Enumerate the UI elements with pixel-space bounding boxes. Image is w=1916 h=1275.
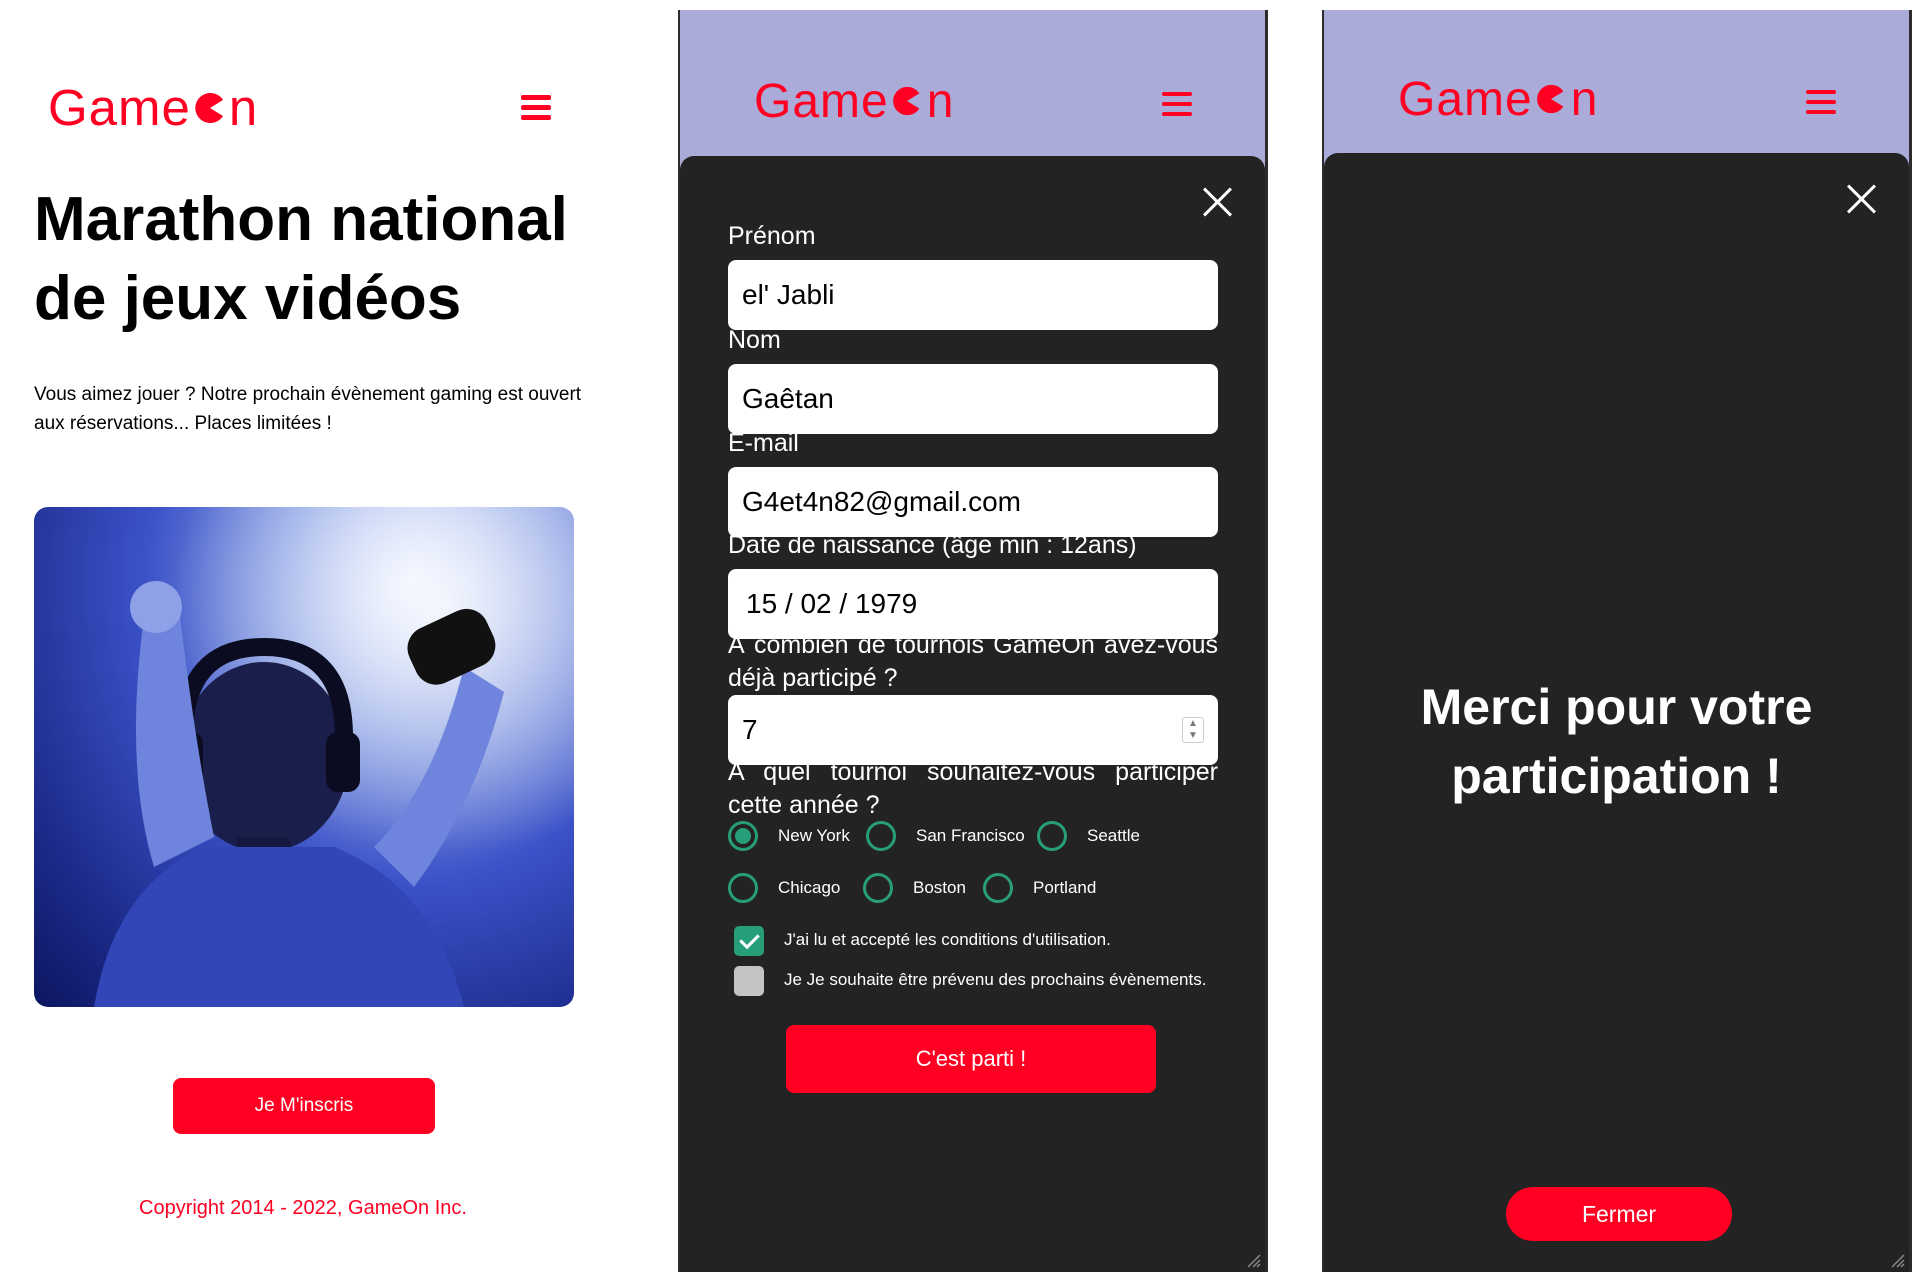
pacman-icon (1534, 77, 1570, 114)
copyright-text: Copyright 2014 - 2022, GameOn Inc. (139, 1197, 467, 1219)
form-screen: Game n Prénom el' Jabli Nom Gaêtan E-mail… (678, 10, 1268, 1272)
location-radio-boston[interactable]: Boston (863, 873, 966, 903)
logo-text-left: Game (1398, 73, 1533, 126)
email-input[interactable]: G4et4n82@gmail.com (728, 467, 1218, 537)
radio-icon (728, 873, 758, 903)
confirmation-modal: Merci pour votre participation ! Fermer (1324, 153, 1909, 1272)
quantity-input[interactable]: 7 ▲ ▼ (728, 695, 1218, 765)
radio-icon (983, 873, 1013, 903)
location-radio-new-york[interactable]: New York (728, 821, 850, 851)
location-radio-chicago[interactable]: Chicago (728, 873, 840, 903)
logo-text-right: n (1570, 73, 1599, 126)
terms-label: J'ai lu et accepté les conditions d'util… (784, 930, 1111, 949)
radio-icon (863, 873, 893, 903)
close-button[interactable]: Fermer (1506, 1187, 1732, 1241)
hamburger-menu-icon[interactable] (521, 95, 551, 121)
resize-handle-icon[interactable] (1243, 1250, 1261, 1268)
radio-icon (866, 821, 896, 851)
gameon-logo[interactable]: Game n (1398, 76, 1598, 124)
close-icon[interactable] (1202, 186, 1234, 218)
number-spinner-icon[interactable]: ▲ ▼ (1182, 717, 1204, 743)
location-question: A quel tournoi souhaitez-vous participer… (728, 758, 1218, 819)
registration-modal: Prénom el' Jabli Nom Gaêtan E-mail G4et4… (680, 156, 1265, 1272)
logo-text-left: Game (48, 79, 191, 136)
radio-icon (1037, 821, 1067, 851)
close-icon[interactable] (1846, 183, 1878, 215)
newsletter-checkbox[interactable] (734, 966, 764, 996)
pacman-icon (890, 79, 926, 116)
logo-text-right: n (228, 79, 259, 136)
location-radio-seattle[interactable]: Seattle (1037, 821, 1140, 851)
logo-text-right: n (926, 75, 955, 128)
pacman-icon (192, 83, 228, 123)
hero-image (34, 507, 574, 1007)
gameon-logo[interactable]: Game n (48, 82, 258, 133)
quantity-value: 7 (742, 714, 758, 745)
landing-screen: Game n Marathon national de jeux vidéos V… (0, 0, 640, 1275)
submit-button[interactable]: C'est parti ! (786, 1025, 1156, 1093)
firstname-label: Prénom (728, 222, 816, 250)
terms-checkbox[interactable] (734, 926, 764, 956)
lastname-input[interactable]: Gaêtan (728, 364, 1218, 434)
birthdate-label: Date de naissance (âge min : 12ans) (728, 531, 1137, 559)
gameon-logo[interactable]: Game n (754, 78, 954, 126)
location-radio-portland[interactable]: Portland (983, 873, 1096, 903)
confirmation-message: Merci pour votre participation ! (1420, 679, 1813, 804)
location-radio-san-francisco[interactable]: San Francisco (866, 821, 1025, 851)
lastname-label: Nom (728, 326, 781, 354)
radio-icon (728, 821, 758, 851)
newsletter-label: Je Je souhaite être prévenu des prochain… (784, 970, 1207, 989)
email-label: E-mail (728, 429, 799, 457)
hero-description: Vous aimez jouer ? Notre prochain évènem… (34, 384, 582, 434)
confirmation-screen: Game n Merci pour votre participation ! F… (1322, 10, 1912, 1272)
quantity-label: À combien de tournois GameOn avez-vous d… (728, 631, 1218, 692)
logo-text-left: Game (754, 75, 889, 128)
firstname-input[interactable]: el' Jabli (728, 260, 1218, 330)
hero-title: Marathon national de jeux vidéos (34, 185, 568, 333)
hamburger-menu-icon[interactable] (1806, 90, 1836, 116)
hamburger-menu-icon[interactable] (1162, 92, 1192, 118)
resize-handle-icon[interactable] (1887, 1250, 1905, 1268)
signup-button[interactable]: Je M'inscris (173, 1078, 435, 1134)
